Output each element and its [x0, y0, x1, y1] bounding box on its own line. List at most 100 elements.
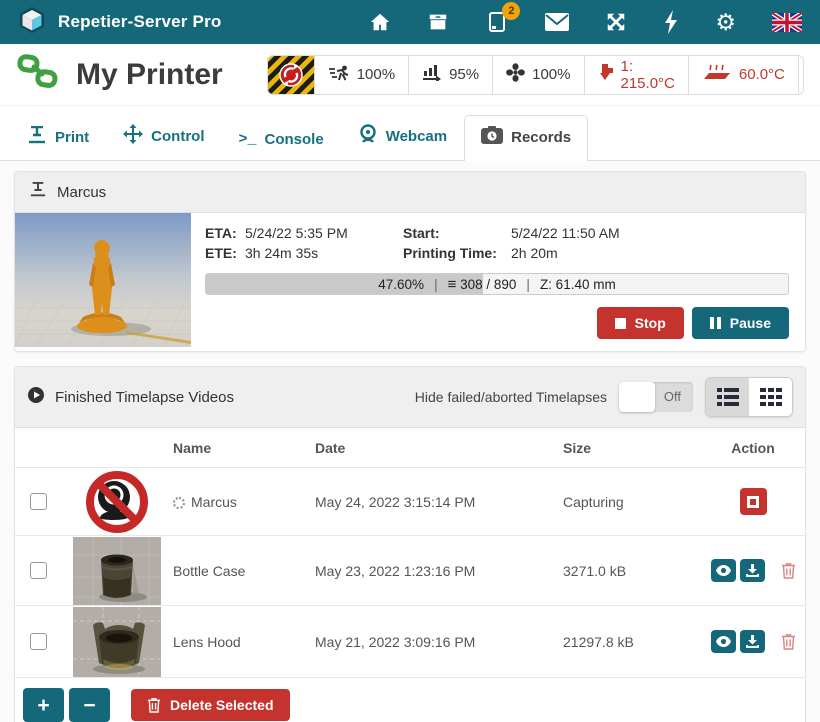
- video-thumbnail: [61, 607, 173, 677]
- layers-value: 308 / 890: [460, 277, 516, 292]
- timelapse-card: Finished Timelapse Videos Hide failed/ab…: [14, 366, 806, 722]
- printer-status-bar: 100% 95% 100% 1: 215.0°C 60.0°C: [267, 55, 804, 95]
- flow-icon: [422, 64, 442, 85]
- printer-icon: [29, 182, 47, 202]
- download-video-button[interactable]: [740, 559, 765, 582]
- extruder-value: 1: 215.0°C: [621, 58, 675, 92]
- delete-video-button[interactable]: [781, 633, 796, 650]
- printer-tabs: Print Control >_ Console Webcam Records: [0, 106, 820, 161]
- video-size: 21297.8 kB: [563, 634, 701, 650]
- emergency-stop-button[interactable]: [268, 56, 314, 94]
- job-times: ETA: 5/24/22 5:35 PM Start: 5/24/22 11:5…: [205, 225, 789, 261]
- speed-control[interactable]: 100%: [314, 56, 408, 94]
- play-video-button[interactable]: [711, 559, 736, 582]
- pause-label: Pause: [730, 315, 771, 331]
- table-row: Bottle Case May 23, 2022 1:23:16 PM 3271…: [15, 536, 805, 606]
- timelapse-header: Finished Timelapse Videos Hide failed/ab…: [15, 367, 805, 428]
- fan-control[interactable]: 100%: [492, 56, 583, 94]
- download-video-button[interactable]: [740, 630, 765, 653]
- timelapse-title-group: Finished Timelapse Videos: [27, 386, 234, 408]
- play-video-button[interactable]: [711, 630, 736, 653]
- progress-separator: |: [434, 277, 438, 292]
- stop-button[interactable]: Stop: [597, 307, 684, 339]
- video-name: Marcus: [173, 494, 315, 510]
- select-all-button[interactable]: +: [23, 688, 64, 722]
- hide-failed-toggle[interactable]: Off: [619, 382, 693, 412]
- tab-console-label: Console: [265, 131, 324, 148]
- row-checkbox[interactable]: [30, 562, 47, 579]
- job-buttons: Stop Pause: [205, 307, 789, 339]
- row-checkbox[interactable]: [30, 633, 47, 650]
- printing-time-label: Printing Time:: [403, 245, 511, 261]
- language-flag-icon[interactable]: [772, 0, 802, 44]
- eta-label: ETA:: [205, 225, 245, 241]
- delete-video-button[interactable]: [781, 562, 796, 579]
- timelapse-footer: + − Delete Selected: [15, 678, 805, 722]
- eye-icon: [716, 565, 731, 576]
- col-size: Size: [563, 440, 701, 456]
- flow-control[interactable]: 95%: [408, 56, 492, 94]
- row-checkbox[interactable]: [30, 493, 47, 510]
- home-icon[interactable]: [369, 0, 391, 44]
- speed-icon: [328, 65, 350, 85]
- heated-bed-icon: [702, 64, 732, 86]
- stop-icon: [615, 318, 626, 329]
- active-job-card: Marcus: [14, 171, 806, 352]
- gear-glyph: ⚙: [715, 9, 736, 36]
- table-header-row: Name Date Size Action: [15, 428, 805, 468]
- fan-icon: [506, 63, 525, 86]
- page-title: My Printer: [76, 58, 223, 92]
- list-view-button[interactable]: [706, 378, 749, 416]
- timelapse-title: Finished Timelapse Videos: [55, 389, 234, 406]
- timelapse-table: Name Date Size Action Marcus May 24, 202…: [15, 428, 805, 678]
- stop-capture-button[interactable]: [740, 488, 767, 515]
- eta-value: 5/24/22 5:35 PM: [245, 225, 403, 241]
- play-circle-icon: [27, 386, 45, 408]
- grid-view-button[interactable]: [749, 378, 792, 416]
- delete-selected-label: Delete Selected: [170, 697, 274, 713]
- power-bolt-icon[interactable]: [663, 0, 679, 44]
- records-tab-icon: [481, 126, 503, 148]
- layers-icon: ≡: [448, 276, 457, 293]
- navbar: Repetier-Server Pro 2 ⚙: [0, 0, 820, 44]
- fullscreen-icon[interactable]: [605, 0, 627, 44]
- brand[interactable]: Repetier-Server Pro: [18, 6, 221, 39]
- queue-badge: 2: [502, 2, 520, 20]
- tab-control[interactable]: Control: [106, 113, 221, 160]
- printer-menu-button[interactable]: ≡: [798, 56, 804, 94]
- delete-selected-button[interactable]: Delete Selected: [131, 689, 290, 721]
- tab-webcam[interactable]: Webcam: [341, 113, 464, 160]
- start-value: 5/24/22 11:50 AM: [511, 225, 789, 241]
- start-label: Start:: [403, 225, 511, 241]
- fan-value: 100%: [532, 66, 570, 83]
- tab-console[interactable]: >_ Console: [222, 120, 341, 160]
- eye-icon: [716, 636, 731, 647]
- video-date: May 24, 2022 3:15:14 PM: [315, 494, 563, 510]
- video-name: Lens Hood: [173, 634, 315, 650]
- toggle-knob: [619, 382, 655, 412]
- archive-box-icon[interactable]: [427, 0, 449, 44]
- bed-temp-control[interactable]: 60.0°C: [688, 56, 798, 94]
- printer-link-icon[interactable]: [16, 52, 60, 97]
- trash-icon: [781, 562, 796, 579]
- messages-icon[interactable]: [545, 0, 569, 44]
- job-body: ETA: 5/24/22 5:35 PM Start: 5/24/22 11:5…: [15, 213, 805, 351]
- job-preview-image: [15, 213, 191, 347]
- print-tab-icon: [27, 126, 47, 148]
- tab-print[interactable]: Print: [10, 115, 106, 160]
- progress-percent: 47.60%: [378, 277, 424, 292]
- job-card-header: Marcus: [15, 172, 805, 213]
- capturing-spinner-icon: [173, 497, 185, 509]
- hide-failed-label: Hide failed/aborted Timelapses: [415, 389, 607, 405]
- printer-header: My Printer 100% 95% 100%: [0, 44, 820, 106]
- extruder-temp-control[interactable]: 1: 215.0°C: [584, 56, 688, 94]
- progress-separator2: |: [526, 277, 530, 292]
- tab-records-label: Records: [511, 129, 571, 146]
- tab-records[interactable]: Records: [464, 115, 588, 161]
- deselect-all-button[interactable]: −: [69, 688, 110, 722]
- pause-button[interactable]: Pause: [692, 307, 789, 339]
- trash-icon: [147, 697, 161, 713]
- settings-gear-icon[interactable]: ⚙: [715, 0, 736, 44]
- layer-count: ≡ 308 / 890: [448, 276, 517, 293]
- print-queue-icon[interactable]: 2: [485, 0, 509, 44]
